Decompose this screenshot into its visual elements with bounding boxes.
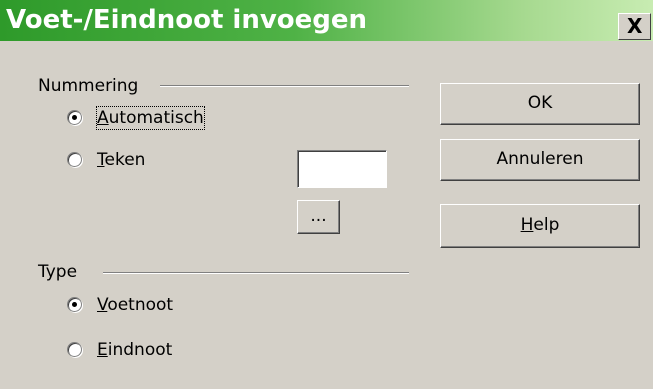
radio-automatic-label[interactable]: Automatisch xyxy=(96,106,205,130)
numbering-separator xyxy=(160,85,409,87)
browse-character-button[interactable]: ... xyxy=(297,200,340,234)
radio-character-label[interactable]: Teken xyxy=(97,149,145,171)
type-separator xyxy=(103,272,409,274)
radio-footnote[interactable] xyxy=(67,297,82,312)
radio-footnote-label[interactable]: Voetnoot xyxy=(97,294,173,316)
radio-selected-dot xyxy=(72,115,77,120)
numbering-group-label: Nummering xyxy=(38,76,139,96)
radio-character[interactable] xyxy=(67,152,82,167)
radio-endnote[interactable] xyxy=(67,342,82,357)
close-button[interactable]: X xyxy=(618,13,651,40)
type-group-label: Type xyxy=(38,262,78,282)
radio-selected-dot xyxy=(72,302,77,307)
dialog-title: Voet-/Eindnoot invoegen xyxy=(6,5,368,35)
help-button[interactable]: Help xyxy=(440,204,640,248)
close-icon: X xyxy=(627,14,643,38)
ok-button[interactable]: OK xyxy=(440,83,640,125)
character-input[interactable] xyxy=(297,150,387,188)
cancel-button[interactable]: Annuleren xyxy=(440,139,640,181)
radio-automatic[interactable] xyxy=(67,110,82,125)
insert-footnote-dialog: Voet-/Eindnoot invoegen X Nummering Auto… xyxy=(0,0,653,389)
title-bar[interactable]: Voet-/Eindnoot invoegen X xyxy=(0,0,653,41)
radio-endnote-label[interactable]: Eindnoot xyxy=(97,339,172,361)
